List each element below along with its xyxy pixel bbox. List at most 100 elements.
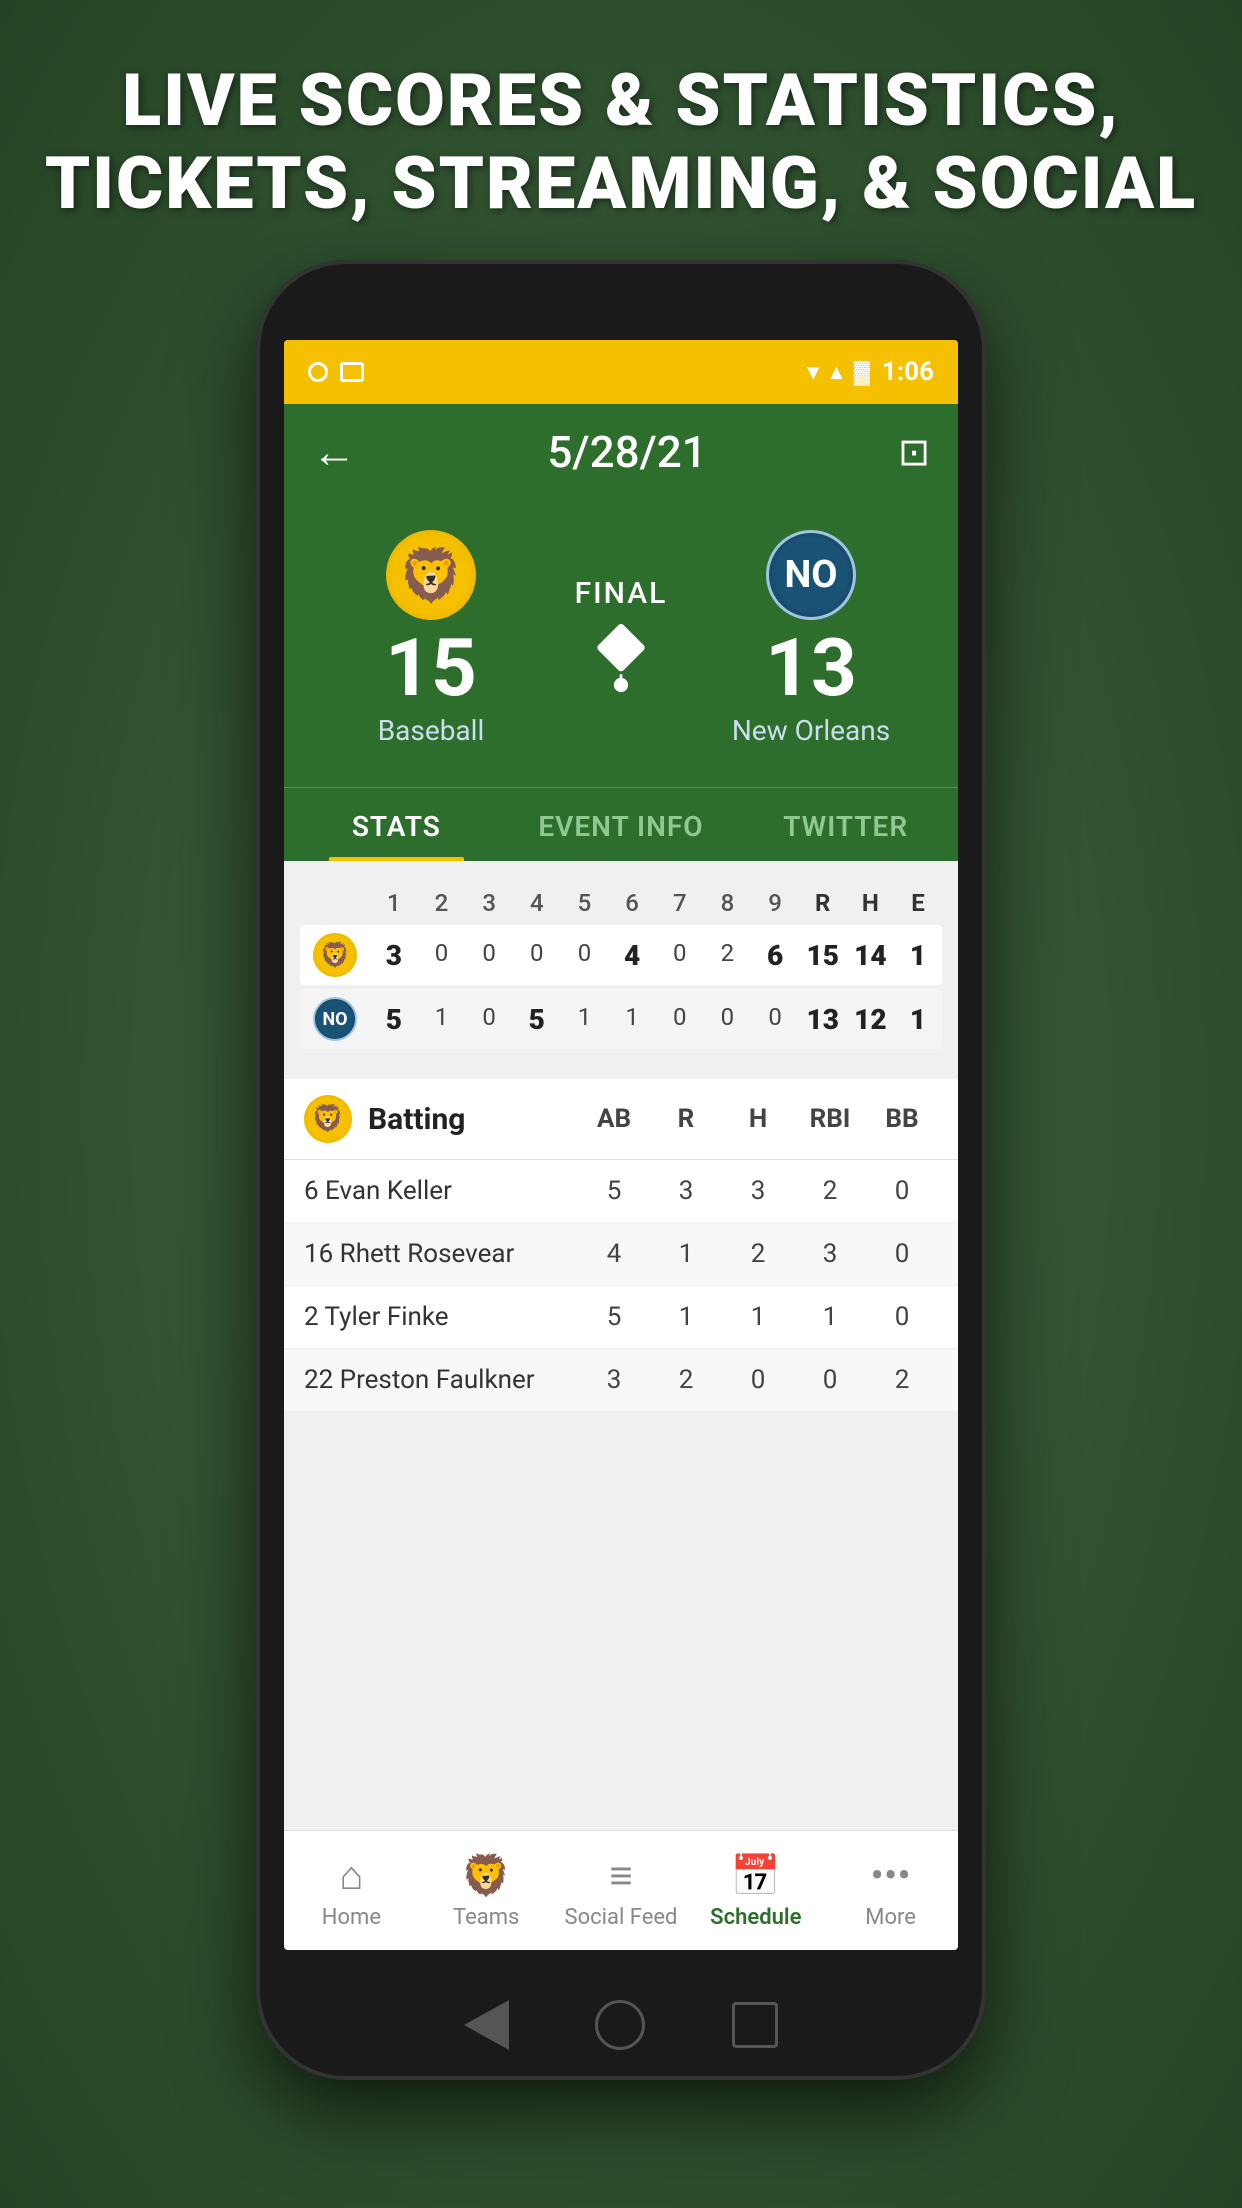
back-button[interactable]: ←	[312, 426, 356, 478]
player-2-h: 1	[722, 1302, 794, 1332]
android-back-btn[interactable]	[464, 2000, 509, 2050]
social-feed-nav-icon: ≡	[609, 1852, 632, 1899]
away-inn-5: 1	[563, 1003, 605, 1036]
player-3-h: 0	[722, 1365, 794, 1395]
inning-7-header: 7	[659, 889, 701, 917]
player-0-ab: 5	[578, 1176, 650, 1206]
promo-title-line2: TICKETS, STREAMING, & SOCIAL	[0, 143, 1242, 226]
errors-header: E	[897, 889, 939, 917]
col-h: H	[722, 1104, 794, 1134]
home-hits: 14	[849, 939, 891, 972]
sb-innings-header: 1 2 3 4 5 6 7 8 9 R H E	[370, 889, 942, 917]
batting-header: 🦁 Batting AB R H RBI BB	[284, 1079, 958, 1160]
nav-more[interactable]: ••• More	[823, 1852, 958, 1930]
col-bb: BB	[866, 1104, 938, 1134]
status-left	[308, 362, 364, 382]
hits-header: H	[849, 889, 891, 917]
tab-stats[interactable]: STATS	[284, 788, 509, 861]
schedule-nav-icon: 📅	[731, 1852, 781, 1899]
player-name-0: 6 Evan Keller	[304, 1176, 578, 1206]
more-nav-icon: •••	[870, 1852, 911, 1899]
home-team-score: 15	[385, 628, 477, 708]
inning-2-header: 2	[420, 889, 462, 917]
nav-home[interactable]: ⌂ Home	[284, 1852, 419, 1930]
baseball-diamond-icon	[581, 621, 661, 701]
away-sb-logo: NO	[300, 997, 370, 1041]
player-3-ab: 3	[578, 1365, 650, 1395]
android-home-btn[interactable]	[595, 2000, 645, 2050]
away-inn-8: 0	[706, 1003, 748, 1036]
schedule-nav-label: Schedule	[710, 1905, 801, 1930]
away-score-row: NO 5 1 0 5 1 1 0 0 0 13 12 1	[300, 989, 942, 1049]
player-2-bb: 0	[866, 1302, 938, 1332]
status-box-icon	[340, 362, 364, 382]
tab-twitter[interactable]: TWITTER	[733, 788, 958, 861]
social-feed-nav-label: Social Feed	[565, 1905, 678, 1930]
home-inn-4: 0	[516, 939, 558, 972]
tabs-bar: STATS EVENT INFO TWITTER	[284, 787, 958, 861]
promo-header: LIVE SCORES & STATISTICS, TICKETS, STREA…	[0, 60, 1242, 226]
status-time: 1:06	[882, 357, 934, 387]
home-inn-3: 0	[468, 939, 510, 972]
player-name-1: 16 Rhett Rosevear	[304, 1239, 578, 1269]
header-date: 5/28/21	[547, 426, 706, 478]
home-innings: 3 0 0 0 0 4 0 2 6 15 14 1	[370, 939, 942, 972]
home-team-block: 🦁 15 Baseball	[351, 530, 511, 747]
home-inn-5: 0	[563, 939, 605, 972]
scoreboard-header: 1 2 3 4 5 6 7 8 9 R H E	[300, 881, 942, 925]
away-runs: 13	[802, 1003, 844, 1036]
game-status: FINAL	[575, 576, 668, 611]
save-button[interactable]: ⊡	[898, 430, 930, 475]
player-name-2: 2 Tyler Finke	[304, 1302, 578, 1332]
away-inn-2: 1	[420, 1003, 462, 1036]
player-row-0: 6 Evan Keller 5 3 3 2 0	[284, 1160, 958, 1223]
away-inn-6: 1	[611, 1003, 653, 1036]
inning-9-header: 9	[754, 889, 796, 917]
home-team-logo: 🦁	[386, 530, 476, 620]
inning-3-header: 3	[468, 889, 510, 917]
player-name-3: 22 Preston Faulkner	[304, 1365, 578, 1395]
teams-nav-icon: 🦁	[461, 1852, 511, 1899]
nav-schedule[interactable]: 📅 Schedule	[688, 1852, 823, 1930]
away-mini-logo: NO	[313, 997, 357, 1041]
home-score-row: 🦁 3 0 0 0 0 4 0 2 6 15 14 1	[300, 925, 942, 985]
away-inn-1: 5	[373, 1003, 415, 1036]
home-sb-logo: 🦁	[300, 933, 370, 977]
promo-title-line1: LIVE SCORES & STATISTICS,	[0, 60, 1242, 143]
batting-section: 🦁 Batting AB R H RBI BB 6 Evan Keller 5 …	[284, 1079, 958, 1412]
col-r: R	[650, 1104, 722, 1134]
game-center: FINAL	[531, 576, 711, 701]
home-team-name: Baseball	[378, 714, 485, 747]
signal-icon: ▴	[831, 360, 842, 385]
player-3-r: 2	[650, 1365, 722, 1395]
col-rbi: RBI	[794, 1104, 866, 1134]
nav-social-feed[interactable]: ≡ Social Feed	[554, 1852, 689, 1930]
away-inn-3: 0	[468, 1003, 510, 1036]
player-2-r: 1	[650, 1302, 722, 1332]
status-right: ▾ ▴ ▓ 1:06	[808, 357, 934, 387]
home-inn-1: 3	[373, 939, 415, 972]
player-row-1: 16 Rhett Rosevear 4 1 2 3 0	[284, 1223, 958, 1286]
phone-screen: ▾ ▴ ▓ 1:06 ← 5/28/21 ⊡ 🦁 15 Baseball	[284, 340, 958, 1950]
player-2-ab: 5	[578, 1302, 650, 1332]
away-team-logo: NO	[766, 530, 856, 620]
runs-header: R	[802, 889, 844, 917]
away-inn-4: 5	[516, 1003, 558, 1036]
status-bar: ▾ ▴ ▓ 1:06	[284, 340, 958, 404]
android-recents-btn[interactable]	[732, 2002, 778, 2048]
home-mini-logo: 🦁	[313, 933, 357, 977]
home-nav-label: Home	[322, 1905, 381, 1930]
phone-hardware-nav	[421, 2000, 821, 2050]
away-inn-7: 0	[659, 1003, 701, 1036]
nav-teams[interactable]: 🦁 Teams	[419, 1852, 554, 1930]
home-inn-2: 0	[420, 939, 462, 972]
inning-4-header: 4	[516, 889, 558, 917]
stats-content: 1 2 3 4 5 6 7 8 9 R H E	[284, 861, 958, 1412]
wifi-icon: ▾	[808, 360, 819, 385]
inning-5-header: 5	[563, 889, 605, 917]
home-inn-9: 6	[754, 939, 796, 972]
player-3-rbi: 0	[794, 1365, 866, 1395]
tab-event-info[interactable]: EVENT INFO	[509, 788, 734, 861]
player-1-bb: 0	[866, 1239, 938, 1269]
player-3-bb: 2	[866, 1365, 938, 1395]
